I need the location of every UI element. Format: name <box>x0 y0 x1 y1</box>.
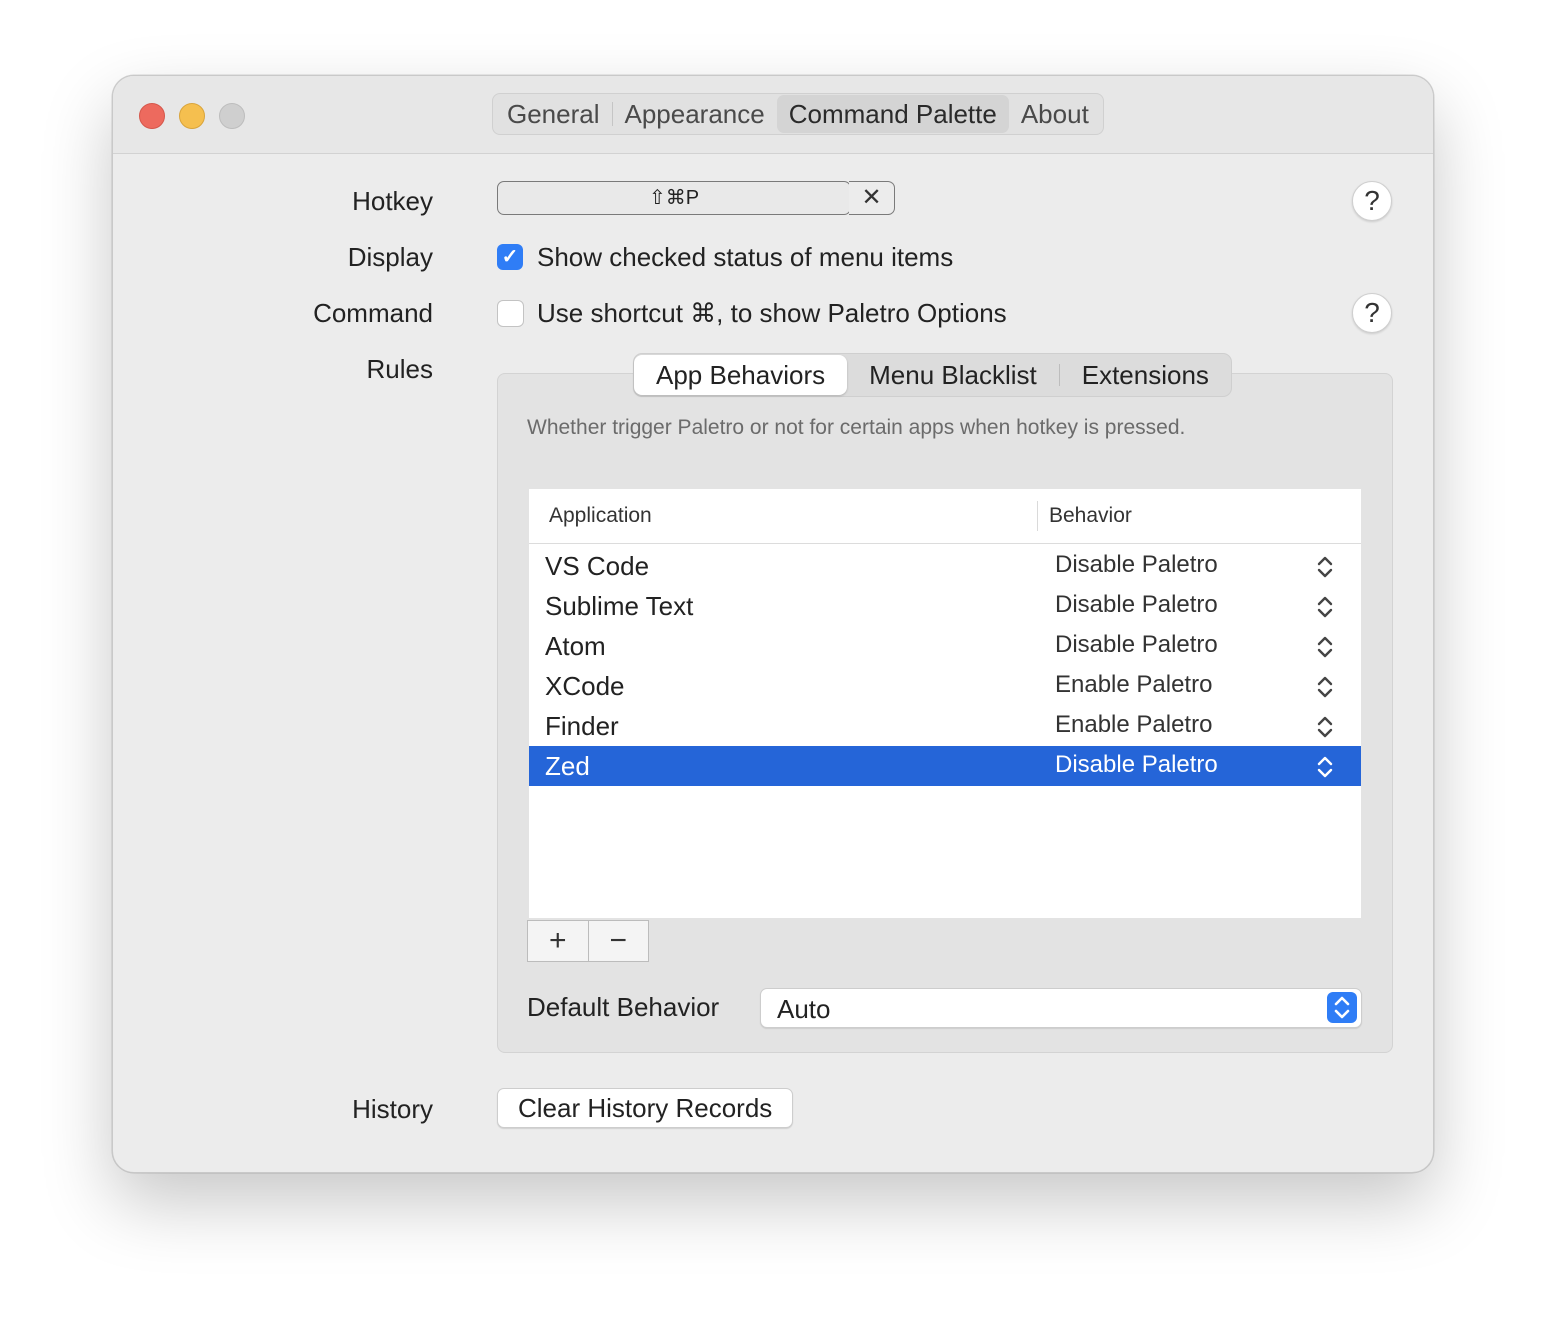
app-name: Atom <box>545 631 606 661</box>
app-name: Zed <box>545 751 590 781</box>
use-shortcut-label: Use shortcut ⌘, to show Paletro Options <box>537 298 1007 328</box>
column-header-behavior[interactable]: Behavior <box>1049 504 1132 528</box>
tab-general[interactable]: General <box>495 95 612 133</box>
column-divider <box>1037 501 1038 531</box>
show-checked-status-label: Show checked status of menu items <box>537 242 954 272</box>
table-row-selected[interactable]: Zed Disable Paletro <box>529 746 1361 786</box>
behavior-value[interactable]: Disable Paletro <box>1055 551 1218 579</box>
zoom-window-button[interactable] <box>219 103 245 129</box>
select-arrows <box>1327 992 1357 1023</box>
updown-chevron-icon[interactable] <box>1313 674 1337 700</box>
default-behavior-label: Default Behavior <box>527 992 720 1022</box>
plus-icon: + <box>548 924 567 957</box>
clear-hotkey-button[interactable]: ✕ <box>849 181 895 215</box>
table-row[interactable]: Atom Disable Paletro <box>529 626 1361 666</box>
table-row[interactable]: Finder Enable Paletro <box>529 706 1361 746</box>
behavior-value[interactable]: Disable Paletro <box>1055 631 1218 659</box>
title-bar: General Appearance Command Palette About <box>113 76 1433 154</box>
behavior-value[interactable]: Disable Paletro <box>1055 591 1218 619</box>
use-shortcut-checkbox[interactable] <box>497 300 524 327</box>
table-header: Application Behavior <box>529 489 1361 544</box>
updown-chevron-icon[interactable] <box>1313 714 1337 740</box>
behavior-value[interactable]: Enable Paletro <box>1055 711 1212 739</box>
preferences-tabs: General Appearance Command Palette About <box>492 93 1104 135</box>
minimize-window-button[interactable] <box>179 103 205 129</box>
app-name: VS Code <box>545 551 650 581</box>
hotkey-recorder[interactable]: ⇧⌘P <box>497 181 851 215</box>
app-name: Finder <box>545 711 619 741</box>
command-label: Command <box>313 298 433 328</box>
updown-chevron-icon[interactable] <box>1313 594 1337 620</box>
minus-icon: − <box>609 924 628 957</box>
tab-app-behaviors[interactable]: App Behaviors <box>634 355 848 395</box>
close-window-button[interactable] <box>139 103 165 129</box>
tab-command-palette[interactable]: Command Palette <box>776 95 1009 133</box>
app-name: XCode <box>545 671 625 701</box>
hotkey-label: Hotkey <box>352 186 433 216</box>
command-help-button[interactable]: ? <box>1352 293 1392 333</box>
show-checked-status-checkbox[interactable]: ✓ <box>497 244 523 270</box>
question-icon: ? <box>1364 297 1380 328</box>
table-row[interactable]: XCode Enable Paletro <box>529 666 1361 706</box>
tab-about[interactable]: About <box>1009 95 1101 133</box>
column-header-application[interactable]: Application <box>549 504 652 528</box>
history-label: History <box>352 1094 433 1124</box>
remove-rule-button[interactable]: − <box>587 921 649 961</box>
table-row[interactable]: Sublime Text Disable Paletro <box>529 586 1361 626</box>
default-behavior-select[interactable]: Auto <box>760 988 1362 1028</box>
rules-description: Whether trigger Paletro or not for certa… <box>527 416 1186 439</box>
default-behavior-value: Auto <box>777 994 831 1024</box>
table-row[interactable]: VS Code Disable Paletro <box>529 546 1361 586</box>
tab-appearance[interactable]: Appearance <box>613 95 777 133</box>
behavior-value[interactable]: Enable Paletro <box>1055 671 1212 699</box>
rules-tabs: App Behaviors Menu Blacklist Extensions <box>633 353 1232 397</box>
updown-chevron-icon[interactable] <box>1313 754 1337 780</box>
updown-chevron-icon[interactable] <box>1313 554 1337 580</box>
hotkey-help-button[interactable]: ? <box>1352 181 1392 221</box>
checkmark-icon: ✓ <box>501 246 519 268</box>
tab-menu-blacklist[interactable]: Menu Blacklist <box>847 355 1059 395</box>
updown-chevron-icon <box>1334 996 1350 1019</box>
clear-history-button[interactable]: Clear History Records <box>497 1088 794 1128</box>
add-remove-controls: + − <box>527 920 649 962</box>
rules-label: Rules <box>366 354 433 384</box>
close-icon: ✕ <box>861 184 882 211</box>
tab-extensions[interactable]: Extensions <box>1060 355 1231 395</box>
question-icon: ? <box>1364 185 1380 216</box>
app-name: Sublime Text <box>545 591 694 621</box>
add-rule-button[interactable]: + <box>528 921 588 961</box>
app-behaviors-table: Application Behavior VS Code Disable Pal… <box>529 489 1361 918</box>
preferences-window: General Appearance Command Palette About… <box>112 75 1434 1173</box>
updown-chevron-icon[interactable] <box>1313 634 1337 660</box>
behavior-value[interactable]: Disable Paletro <box>1055 751 1218 779</box>
display-label: Display <box>347 242 433 272</box>
